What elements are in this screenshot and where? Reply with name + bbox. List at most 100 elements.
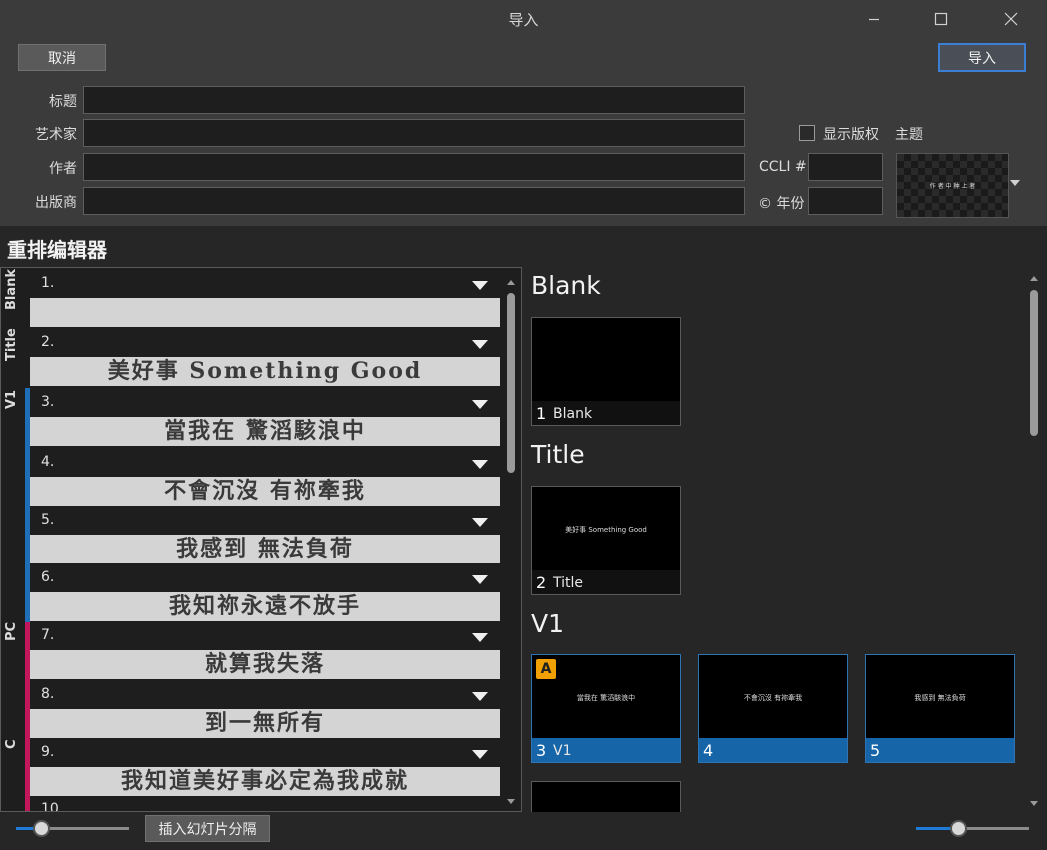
slide-text [30,298,500,327]
slide-number: 10. [41,801,64,812]
slide-thumbnail[interactable]: A 當我在 驚滔駭浪中 3 V1 [531,654,681,763]
dropdown-arrow-icon[interactable] [472,281,488,290]
title-field[interactable] [83,86,745,114]
scroll-thumb[interactable] [1030,290,1038,436]
show-copyright-label: 显示版权 [823,127,879,143]
close-icon[interactable] [988,4,1034,34]
slide-row[interactable]: 2. 美好事 Something Good [30,328,500,386]
right-zoom-slider[interactable] [916,818,1029,838]
dropdown-arrow-icon[interactable] [472,633,488,642]
slide-list: Blank Title V1 PC C 1. 2. 美好事 Something … [0,267,522,812]
slide-number: 5. [41,512,55,528]
maximize-icon[interactable] [918,4,964,34]
slide-row[interactable]: 10. [30,798,500,812]
dropdown-arrow-icon[interactable] [472,750,488,759]
slider-knob[interactable] [950,820,967,837]
thumb-number: 1 [536,404,547,423]
ccli-label: CCLI # [759,159,807,175]
slide-number: 7. [41,627,55,643]
header: 导入 取消 导入 标题 艺术家 作者 出版商 显示版权 主题 CCLI # © … [0,0,1047,226]
slide-thumbnail[interactable]: 美好事 Something Good 2 Title [531,486,681,595]
slide-thumbnail[interactable]: 我感到 無法負荷 5 [865,654,1015,763]
theme-preview-text: 作 者 中 种 上 者 [929,183,976,190]
thumb-number: 3 [536,741,547,760]
scroll-up-icon[interactable] [1030,276,1038,281]
import-button[interactable]: 导入 [938,43,1026,72]
dropdown-arrow-icon[interactable] [472,575,488,584]
slide-text: 我感到 無法負荷 [30,535,500,564]
section-strip-title: Title [1,328,25,388]
slide-thumbnail[interactable] [531,781,681,812]
slide-number: 8. [41,686,55,702]
slide-number: 4. [41,454,55,470]
thumb-number: 4 [703,741,714,760]
section-strip-v1: V1 [1,388,25,622]
slide-text: 當我在 驚滔駭浪中 [30,417,500,446]
slide-row[interactable]: 5. 我感到 無法負荷 [30,506,500,564]
group-title-blank: Blank [531,271,601,300]
reorder-editor: 重排编辑器 Blank Title V1 PC C 1. 2. 美好事 Some… [0,226,1047,850]
thumb-name: Blank [553,406,593,422]
thumb-number: 5 [870,741,881,760]
scroll-thumb[interactable] [507,293,515,473]
slide-row[interactable]: 8. 到一無所有 [30,680,500,738]
theme-label: 主题 [895,127,923,143]
left-scrollbar[interactable] [504,276,518,806]
section-label-c: C [4,739,19,749]
slide-number: 1. [41,275,55,291]
author-label: 作者 [49,161,77,177]
section-label-v1: V1 [4,389,19,409]
show-copyright-checkbox[interactable] [799,125,815,141]
slide-row[interactable]: 9. 我知道美好事必定為我成就 [30,738,500,796]
dropdown-arrow-icon[interactable] [472,692,488,701]
slider-knob[interactable] [33,820,50,837]
group-title-v1: V1 [531,609,565,638]
title-label: 标题 [49,94,77,110]
chevron-down-icon[interactable] [1010,180,1020,186]
scroll-down-icon[interactable] [1030,801,1038,806]
artist-field[interactable] [83,119,745,147]
year-field[interactable] [808,187,883,215]
arrangement-badge: A [536,659,556,679]
ccli-field[interactable] [808,153,883,181]
slide-row[interactable]: 7. 就算我失落 [30,621,500,679]
publisher-field[interactable] [83,187,745,215]
slide-number: 2. [41,334,55,350]
right-scrollbar[interactable] [1030,276,1042,806]
import-dialog: 导入 取消 导入 标题 艺术家 作者 出版商 显示版权 主题 CCLI # © … [0,0,1047,850]
section-strip-pc: PC [1,622,25,738]
group-title-title: Title [531,440,585,469]
slide-preview-panel: Blank 1 Blank Title 美好事 Something Good 2… [522,267,1047,812]
author-field[interactable] [83,153,745,181]
slide-text: 就算我失落 [30,650,500,679]
slide-thumbnail[interactable]: 不會沉沒 有祢牽我 4 [698,654,848,763]
slide-number: 3. [41,394,55,410]
insert-slide-break-button[interactable]: 插入幻灯片分隔 [145,815,270,842]
slide-row[interactable]: 3. 當我在 驚滔駭浪中 [30,388,500,446]
thumb-text: 美好事 Something Good [565,526,647,534]
artist-label: 艺术家 [35,127,77,143]
dropdown-arrow-icon[interactable] [472,518,488,527]
slide-row[interactable]: 4. 不會沉沒 有祢牽我 [30,448,500,506]
slide-text: 我知道美好事必定為我成就 [30,767,500,796]
slide-row[interactable]: 6. 我知祢永遠不放手 [30,563,500,621]
scroll-up-icon[interactable] [507,280,515,285]
thumb-text: 當我在 驚滔駭浪中 [576,694,636,702]
minimize-icon[interactable] [851,4,897,34]
slide-row[interactable]: 1. [30,269,500,327]
thumb-name: V1 [553,743,572,759]
thumb-text: 不會沉沒 有祢牽我 [743,694,803,702]
thumb-text: 我感到 無法負荷 [914,694,966,702]
dropdown-arrow-icon[interactable] [472,400,488,409]
slide-text: 到一無所有 [30,709,500,738]
cancel-button[interactable]: 取消 [18,44,106,71]
section-label-blank: Blank [4,268,19,310]
section-label-pc: PC [4,621,19,641]
slide-thumbnail[interactable]: 1 Blank [531,317,681,426]
left-zoom-slider[interactable] [16,818,129,838]
scroll-down-icon[interactable] [507,799,515,804]
dropdown-arrow-icon[interactable] [472,460,488,469]
dropdown-arrow-icon[interactable] [472,340,488,349]
section-strip-blank: Blank [1,268,25,328]
theme-preview[interactable]: 作 者 中 种 上 者 [896,153,1009,218]
